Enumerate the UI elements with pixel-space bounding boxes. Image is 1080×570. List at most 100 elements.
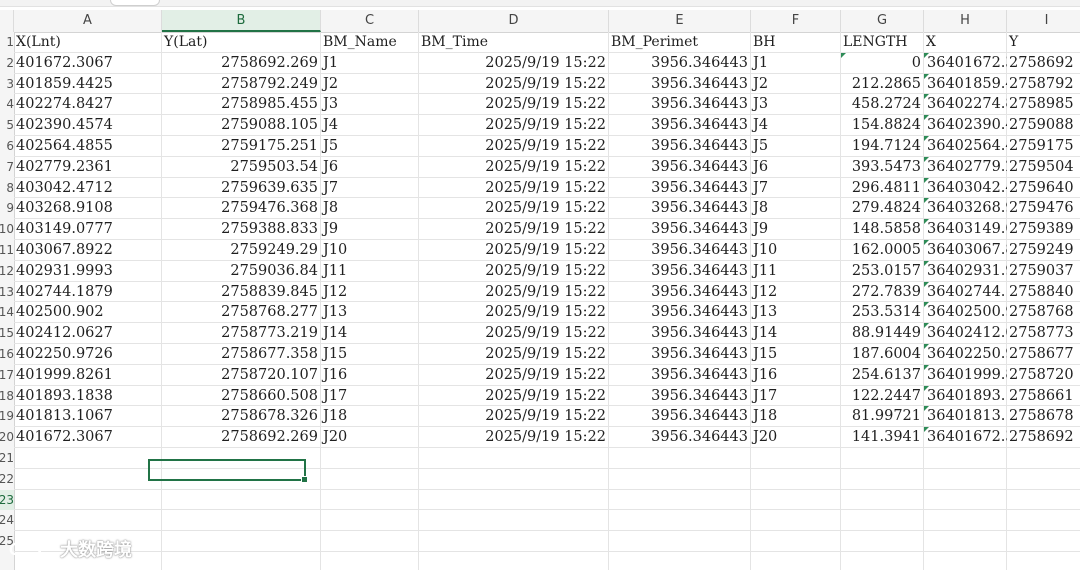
cell-c[interactable]: J11 <box>321 261 419 281</box>
cell-g[interactable]: 272.7839 <box>841 282 924 302</box>
cell-b[interactable]: 2759388.833 <box>162 219 321 239</box>
cell-e[interactable]: 3956.346443 <box>609 157 751 177</box>
cell-h[interactable]: 36402250.9 <box>924 344 1007 364</box>
cell-i[interactable]: 2759175 <box>1007 136 1080 156</box>
column-header-d[interactable]: D <box>419 10 609 32</box>
cell-a[interactable]: 402500.902 <box>14 302 162 322</box>
cell-h[interactable]: 36401813. <box>924 406 1007 426</box>
row-number[interactable]: 10 <box>0 219 14 240</box>
cell-h[interactable]: 36402931.9 <box>924 260 1007 281</box>
cell-i[interactable]: 2759476 <box>1007 198 1080 218</box>
cell-d[interactable]: 2025/9/19 15:22 <box>419 178 609 198</box>
cell-f[interactable]: J15 <box>751 344 841 364</box>
cell-d[interactable]: 2025/9/19 15:22 <box>419 240 609 260</box>
cell-d[interactable]: 2025/9/19 15:22 <box>419 53 609 73</box>
cell-h[interactable]: 36403042.4 <box>924 177 1007 198</box>
cell-f[interactable]: J10 <box>751 240 841 260</box>
spreadsheet-grid[interactable]: X(Lnt) Y(Lat) BM_Name BM_Time BM_Perimet BH LE… <box>14 32 1080 570</box>
cell-f[interactable]: J16 <box>751 365 841 385</box>
cell-h[interactable]: 36402500.9 <box>924 302 1007 322</box>
column-header-h[interactable]: H <box>924 10 1007 32</box>
select-all-corner[interactable] <box>0 10 14 32</box>
cell-e[interactable]: 3956.346443 <box>609 427 751 447</box>
row-number[interactable]: 23 <box>0 489 14 511</box>
cell-d[interactable]: 2025/9/19 15:22 <box>419 136 609 156</box>
cell-a[interactable]: 403149.0777 <box>14 219 162 239</box>
cell-b[interactable]: 2758660.508 <box>162 386 321 406</box>
cell-d[interactable]: 2025/9/19 15:22 <box>419 74 609 94</box>
cell-e[interactable]: 3956.346443 <box>609 261 751 281</box>
cell-c[interactable]: J12 <box>321 282 419 302</box>
cell-f[interactable]: J4 <box>751 115 841 135</box>
cell-d[interactable]: 2025/9/19 15:22 <box>419 386 609 406</box>
cell-a[interactable]: 401672.3067 <box>14 427 162 447</box>
cell-a[interactable]: 401672.3067 <box>14 53 162 73</box>
cell-h[interactable]: 36402274.8 <box>924 94 1007 114</box>
cell-f[interactable]: J18 <box>751 406 841 426</box>
cell-c[interactable]: J6 <box>321 157 419 177</box>
cell-e[interactable]: 3956.346443 <box>609 94 751 114</box>
cell-f[interactable]: J20 <box>751 427 841 447</box>
cell-e[interactable]: 3956.346443 <box>609 386 751 406</box>
cell-i[interactable]: 2758840 <box>1007 282 1080 302</box>
cell-g[interactable]: 253.0157 <box>841 261 924 281</box>
cell-i[interactable]: 2758661 <box>1007 386 1080 406</box>
cell-b[interactable]: 2759175.251 <box>162 136 321 156</box>
row-number[interactable]: 13 <box>0 282 14 303</box>
cell-g[interactable]: 296.4811 <box>841 178 924 198</box>
cell-g[interactable]: 279.4824 <box>841 198 924 218</box>
cell-i[interactable]: 2759088 <box>1007 115 1080 135</box>
cell-g[interactable]: 122.2447 <box>841 386 924 406</box>
cell-b[interactable]: 2758839.845 <box>162 282 321 302</box>
name-box-stub[interactable] <box>110 0 160 6</box>
cell-e[interactable]: 3956.346443 <box>609 219 751 239</box>
cell-c[interactable]: J5 <box>321 136 419 156</box>
row-number[interactable]: 14 <box>0 302 14 323</box>
column-header-b[interactable]: B <box>162 10 321 32</box>
cell-e[interactable]: 3956.346443 <box>609 365 751 385</box>
cell-a[interactable]: 401859.4425 <box>14 74 162 94</box>
cell-d[interactable]: 2025/9/19 15:22 <box>419 344 609 364</box>
row-number[interactable]: 24 <box>0 510 14 531</box>
fill-handle[interactable] <box>301 476 308 483</box>
cell-b[interactable]: 2758792.249 <box>162 74 321 94</box>
cell-b[interactable]: 2758677.358 <box>162 344 321 364</box>
row-number[interactable]: 20 <box>0 427 14 448</box>
cell-b[interactable]: 2758692.269 <box>162 427 321 447</box>
cell-h[interactable]: 36403067.8 <box>924 240 1007 260</box>
cell-i[interactable]: 2758692 <box>1007 53 1080 73</box>
cell-g[interactable]: 187.6004 <box>841 344 924 364</box>
cell-d[interactable]: 2025/9/19 15:22 <box>419 323 609 343</box>
cell-b[interactable]: 2758720.107 <box>162 365 321 385</box>
row-number[interactable]: 12 <box>0 261 14 282</box>
row-number[interactable]: 1 <box>0 32 14 53</box>
cell-c[interactable]: J9 <box>321 219 419 239</box>
cell-e[interactable]: 3956.346443 <box>609 74 751 94</box>
cell-e[interactable]: 3956.346443 <box>609 178 751 198</box>
cell-g[interactable]: 458.2724 <box>841 94 924 114</box>
cell-i[interactable]: 2758677 <box>1007 344 1080 364</box>
cell-g[interactable]: 141.3941 <box>841 427 924 447</box>
row-number[interactable]: 6 <box>0 136 14 157</box>
row-number[interactable]: 7 <box>0 157 14 178</box>
cell-a[interactable]: 402412.0627 <box>14 323 162 343</box>
cell-e[interactable]: 3956.346443 <box>609 198 751 218</box>
cell-i[interactable]: 2759037 <box>1007 261 1080 281</box>
active-cell-b23[interactable] <box>148 459 308 483</box>
cell-b[interactable]: 2759249.29 <box>162 240 321 260</box>
cell-c[interactable]: J10 <box>321 240 419 260</box>
header-cell-c[interactable]: BM_Name <box>321 32 419 52</box>
cell-a[interactable]: 403067.8922 <box>14 240 162 260</box>
header-cell-b[interactable]: Y(Lat) <box>162 32 321 52</box>
row-number[interactable]: 11 <box>0 240 14 261</box>
cell-f[interactable]: J6 <box>751 157 841 177</box>
cell-i[interactable]: 2759389 <box>1007 219 1080 239</box>
cell-d[interactable]: 2025/9/19 15:22 <box>419 406 609 426</box>
cell-f[interactable]: J12 <box>751 282 841 302</box>
cell-h[interactable]: 36401672.3 <box>924 427 1007 447</box>
cell-e[interactable]: 3956.346443 <box>609 136 751 156</box>
column-header-g[interactable]: G <box>841 10 924 32</box>
row-number[interactable]: 8 <box>0 178 14 199</box>
cell-a[interactable]: 402250.9726 <box>14 344 162 364</box>
cell-e[interactable]: 3956.346443 <box>609 53 751 73</box>
